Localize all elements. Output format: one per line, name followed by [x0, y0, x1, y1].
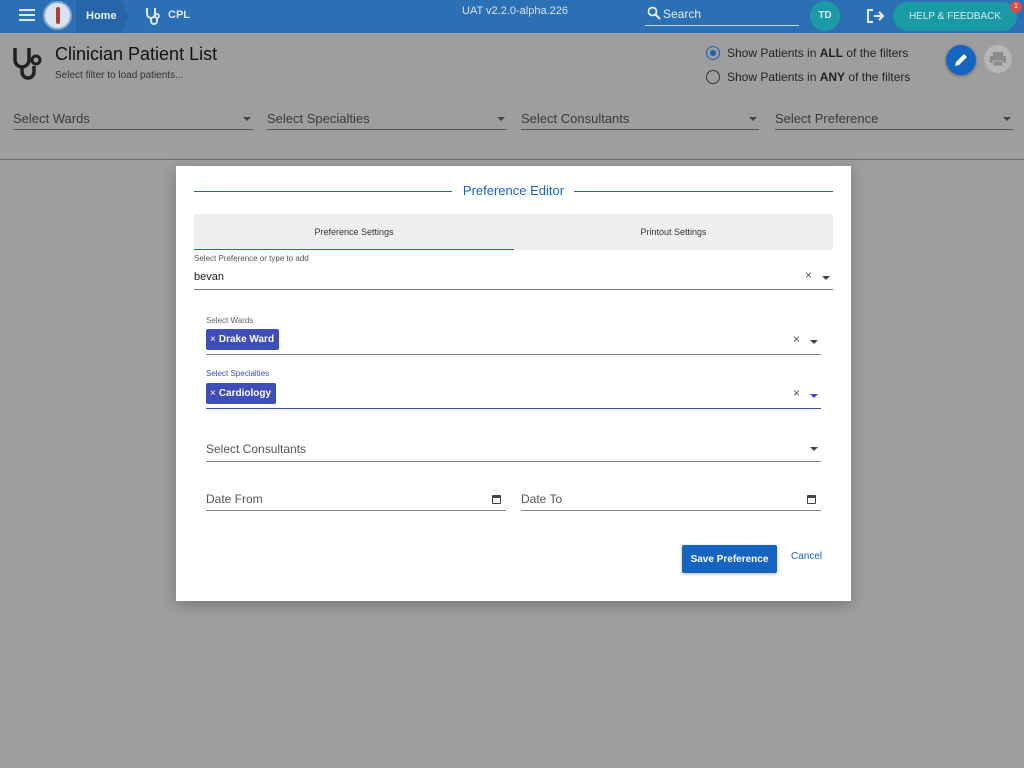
tab-bar: Preference Settings Printout Settings — [194, 214, 833, 250]
select-wards-filter[interactable]: Select Wards — [13, 108, 253, 130]
radio-any-label: Show Patients in ANY of the filters — [727, 70, 911, 84]
radio-all-label: Show Patients in ALL of the filters — [727, 46, 909, 60]
help-feedback-button[interactable]: HELP & FEEDBACK — [893, 2, 1017, 31]
breadcrumb-home-label: Home — [86, 10, 117, 22]
calendar-icon[interactable] — [807, 495, 816, 504]
select-consultants-filter[interactable]: Select Consultants — [521, 108, 759, 130]
chip-remove-icon[interactable]: × — [210, 334, 216, 345]
consultants-placeholder: Select Consultants — [206, 442, 307, 456]
chevron-down-icon[interactable] — [810, 447, 818, 451]
page-title: Clinician Patient List — [55, 44, 218, 64]
print-button[interactable] — [984, 45, 1012, 73]
chevron-down-icon[interactable] — [810, 394, 818, 398]
select-preference-filter[interactable]: Select Preference — [775, 108, 1013, 130]
clear-icon[interactable]: × — [793, 332, 800, 346]
stethoscope-icon — [13, 48, 42, 80]
top-bar: Home CPL UAT v2.2.0-alpha.226 TD HELP & … — [0, 0, 1024, 33]
breadcrumb-cpl[interactable]: CPL — [168, 9, 190, 21]
user-avatar[interactable]: TD — [810, 1, 840, 31]
chevron-down-icon — [497, 117, 505, 121]
search-input[interactable] — [663, 4, 793, 24]
printer-icon — [990, 52, 1006, 67]
date-from-placeholder: Date From — [206, 492, 263, 506]
date-to-field[interactable]: Date To — [521, 489, 821, 511]
select-preference-label: Select Preference — [775, 111, 879, 126]
chevron-down-icon — [1003, 117, 1011, 121]
edit-preference-button[interactable] — [946, 45, 976, 75]
menu-icon[interactable] — [19, 9, 35, 23]
preference-select[interactable]: × — [194, 266, 833, 290]
date-to-placeholder: Date To — [521, 492, 563, 506]
version-label: UAT v2.2.0-alpha.226 — [462, 5, 568, 17]
tab-printout-settings[interactable]: Printout Settings — [514, 214, 833, 250]
radio-button[interactable] — [706, 70, 720, 84]
specialty-chip: × Cardiology — [206, 383, 277, 404]
clear-icon[interactable]: × — [793, 386, 800, 400]
stethoscope-icon — [146, 8, 160, 25]
preference-select-label: Select Preference or type to add — [194, 254, 309, 263]
search-icon — [647, 6, 661, 20]
chevron-down-icon[interactable] — [822, 276, 830, 280]
chip-remove-icon[interactable]: × — [210, 388, 216, 399]
cancel-button[interactable]: Cancel — [791, 551, 822, 562]
preference-input[interactable] — [194, 268, 784, 286]
select-specialties-label: Select Specialties — [267, 111, 370, 126]
divider — [0, 159, 1024, 160]
chevron-down-icon — [749, 117, 757, 121]
wards-select[interactable]: × Drake Ward × — [206, 329, 821, 355]
dialog-title: Preference Editor — [462, 183, 565, 198]
specialty-chip-label: Cardiology — [218, 388, 272, 399]
logout-icon[interactable] — [866, 8, 886, 24]
ward-chip: × Drake Ward — [206, 329, 280, 350]
pencil-icon — [955, 54, 967, 66]
select-specialties-filter[interactable]: Select Specialties — [267, 108, 507, 130]
app-logo[interactable] — [43, 1, 72, 30]
consultants-select[interactable]: Select Consultants — [206, 439, 821, 462]
chevron-down-icon[interactable] — [810, 340, 818, 344]
save-preference-button[interactable]: Save Preference — [682, 545, 777, 573]
radio-show-any[interactable]: Show Patients in ANY of the filters — [706, 70, 910, 84]
chevron-down-icon — [243, 117, 251, 121]
radio-show-all[interactable]: Show Patients in ALL of the filters — [706, 46, 908, 60]
specialties-field-label: Select Specialties — [206, 369, 270, 378]
notification-badge: 1 — [1010, 1, 1022, 13]
radio-button-selected[interactable] — [706, 46, 720, 60]
page-subtitle: Select filter to load patients... — [55, 70, 184, 81]
breadcrumb-home[interactable]: Home — [76, 0, 128, 33]
specialties-select[interactable]: × Cardiology × — [206, 383, 821, 409]
search-box[interactable] — [645, 4, 799, 26]
select-wards-label: Select Wards — [13, 111, 90, 126]
ward-chip-label: Drake Ward — [218, 334, 275, 345]
wards-field-label: Select Wards — [206, 316, 254, 325]
calendar-icon[interactable] — [492, 495, 501, 504]
tab-preference-settings[interactable]: Preference Settings — [194, 214, 514, 250]
select-consultants-label: Select Consultants — [521, 111, 630, 126]
preference-editor-dialog: Preference Editor Preference Settings Pr… — [176, 166, 851, 601]
clear-icon[interactable]: × — [805, 268, 812, 282]
date-from-field[interactable]: Date From — [206, 489, 506, 511]
